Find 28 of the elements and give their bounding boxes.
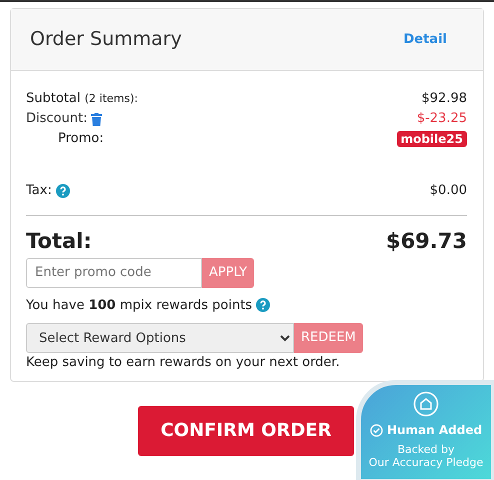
line-value: $0.00 [430, 182, 467, 200]
line-label: Discount: [26, 110, 88, 128]
reward-options-select[interactable]: Select Reward Options [26, 323, 294, 353]
rewards-note: Keep saving to earn rewards on your next order. [26, 354, 341, 372]
pledge-text: Backed by [396, 443, 456, 456]
line-label: Subtotal (2 items): [26, 90, 138, 108]
confirm-order-button[interactable]: CONFIRM ORDER [138, 406, 354, 456]
redeem-button[interactable]: REDEEM [294, 323, 363, 353]
pledge-title: Human Added [386, 422, 482, 439]
house-icon [413, 391, 439, 417]
pledge-text: Our Accuracy Pledge [368, 456, 484, 469]
apply-button[interactable]: APPLY [202, 258, 254, 288]
accuracy-pledge-badge[interactable]: Human Added Backed by Our Accuracy Pledge [356, 380, 494, 480]
card-title: Order Summary [30, 27, 182, 52]
total-value: $69.73 [386, 228, 467, 255]
help-icon[interactable] [56, 184, 70, 198]
line-value: $92.98 [422, 90, 467, 108]
promo-code-field[interactable]: Enter promo code [26, 258, 202, 288]
line-label: Promo: [57, 130, 104, 148]
detail-link[interactable]: Detail [403, 30, 447, 50]
help-icon[interactable] [256, 298, 270, 312]
check-circle-icon [370, 424, 383, 436]
rewards-points-text: You have 100 mpix rewards points [26, 296, 252, 314]
line-value: $-23.25 [416, 110, 467, 128]
line-label: Tax: [26, 182, 52, 200]
promo-code-tag: mobile25 [396, 131, 467, 147]
total-label: Total: [26, 228, 92, 255]
trash-icon[interactable] [91, 112, 102, 126]
